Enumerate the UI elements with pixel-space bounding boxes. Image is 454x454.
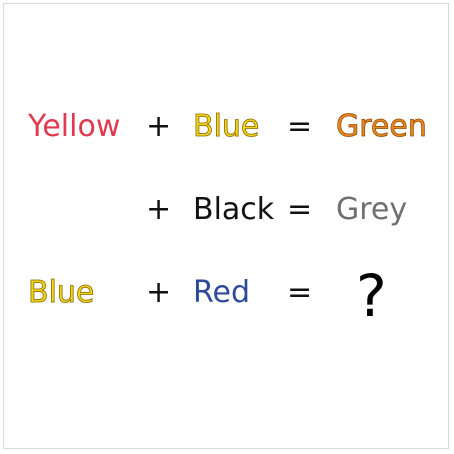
row1-mid-word: Blue	[193, 109, 260, 144]
row3-left-word: Blue	[28, 275, 95, 310]
row1-result-word: Green	[336, 109, 428, 144]
row1-equals-sign: =	[287, 109, 313, 144]
row2-result-word: Grey	[336, 192, 408, 227]
row2-plus-sign: +	[146, 192, 172, 227]
row1-left-word: Yellow	[28, 109, 121, 144]
row3-equals-sign: =	[287, 275, 313, 310]
row3-question-mark: ?	[356, 262, 387, 330]
row2-equals-sign: =	[287, 192, 313, 227]
row3-mid-word: Red	[193, 275, 250, 310]
row3-plus-sign: +	[146, 275, 172, 310]
row2-mid-word: Black	[193, 192, 275, 227]
row1-plus-sign: +	[146, 109, 172, 144]
